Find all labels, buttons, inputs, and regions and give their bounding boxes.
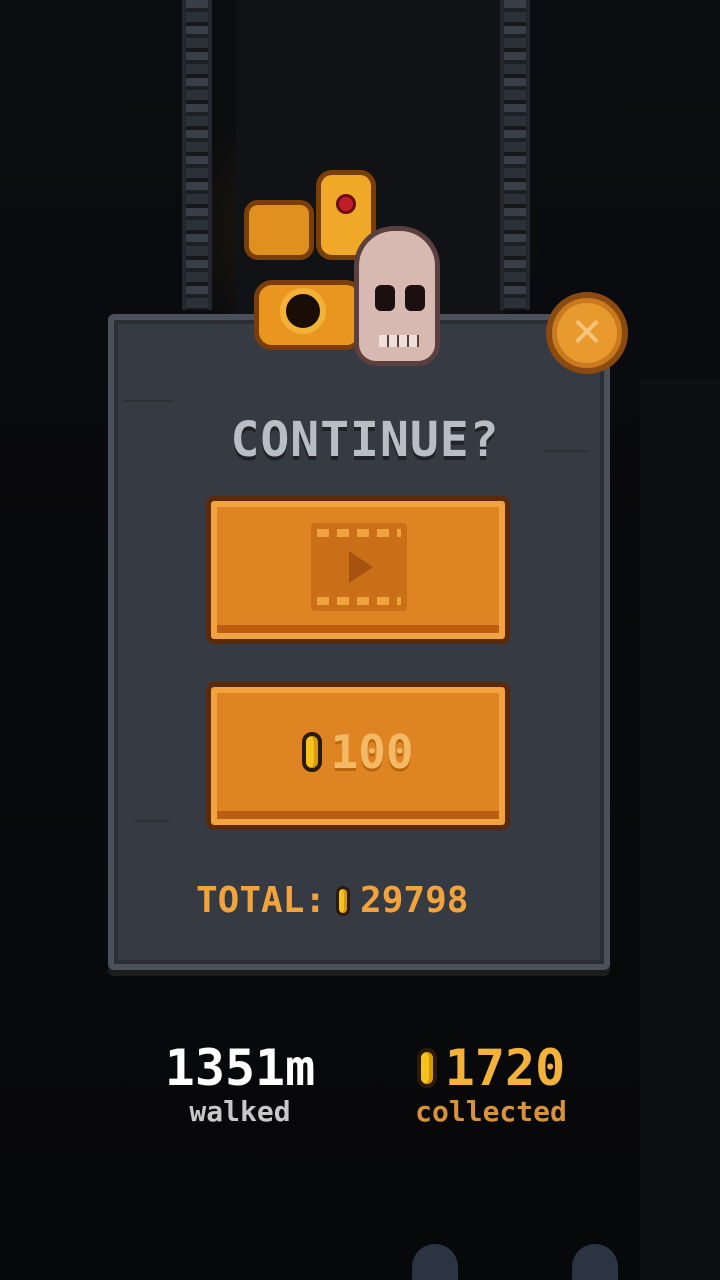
coins-collected-label: collected xyxy=(415,1095,567,1128)
watch-video-continue-button[interactable] xyxy=(206,496,510,644)
coin-icon xyxy=(336,885,351,916)
coins-collected-stat: 1720 collected xyxy=(396,1040,586,1128)
total-coins: TOTAL: 29798 xyxy=(196,880,536,921)
continue-price: 100 xyxy=(330,725,414,779)
left-chain xyxy=(182,0,212,310)
side-wall xyxy=(640,380,720,1280)
play-icon xyxy=(349,551,373,583)
right-chain xyxy=(500,0,530,310)
coin-icon xyxy=(302,732,323,772)
distance-stat: 1351m walked xyxy=(140,1040,340,1128)
total-label: TOTAL: xyxy=(196,880,327,921)
video-ad-icon xyxy=(311,523,407,611)
close-button[interactable]: ✕ xyxy=(546,292,628,374)
total-value: 29798 xyxy=(360,880,469,921)
distance-value: 1351m xyxy=(164,1039,316,1097)
distance-label: walked xyxy=(189,1095,291,1128)
coin-icon xyxy=(416,1048,437,1088)
skull-treasure-icon xyxy=(244,170,444,370)
close-icon: ✕ xyxy=(570,310,604,356)
coins-collected-value: 1720 xyxy=(444,1039,566,1097)
dialog-title: CONTINUE? xyxy=(230,412,500,468)
pay-coins-continue-button[interactable]: 100 xyxy=(206,682,510,830)
